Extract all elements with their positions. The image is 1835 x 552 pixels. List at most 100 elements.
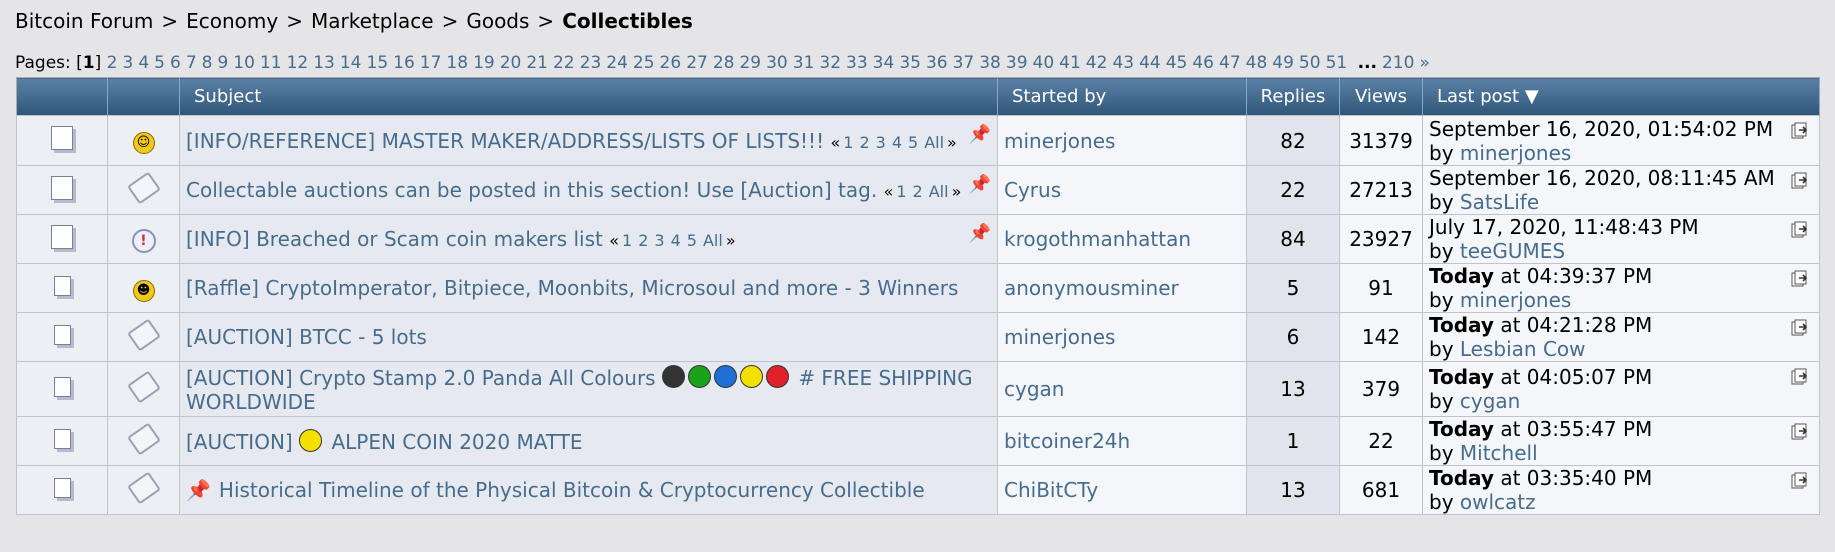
- starter-link[interactable]: cygan: [1004, 377, 1064, 401]
- page-link[interactable]: 12: [287, 53, 309, 73]
- topic-title-link[interactable]: Collectable auctions can be posted in th…: [186, 178, 877, 202]
- topic-title-link[interactable]: [AUCTION] Crypto Stamp 2.0 Panda All Col…: [186, 366, 656, 390]
- topic-page-link[interactable]: 2: [913, 182, 923, 201]
- topic-title-link[interactable]: [AUCTION] BTCC - 5 lots: [186, 325, 427, 349]
- starter-link[interactable]: krogothmanhattan: [1004, 227, 1191, 251]
- page-link[interactable]: 49: [1272, 53, 1294, 73]
- page-link[interactable]: 44: [1139, 53, 1161, 73]
- topic-page-link[interactable]: All: [703, 231, 723, 250]
- page-link[interactable]: 6: [170, 53, 181, 73]
- starter-link[interactable]: anonymousminer: [1004, 276, 1179, 300]
- topic-title-link[interactable]: [INFO/REFERENCE] MASTER MAKER/ADDRESS/LI…: [186, 129, 824, 153]
- topic-page-link[interactable]: 3: [876, 133, 886, 152]
- topic-title-link[interactable]: [INFO] Breached or Scam coin makers list: [186, 227, 603, 251]
- page-link[interactable]: 45: [1166, 53, 1188, 73]
- page-link[interactable]: 8: [202, 53, 213, 73]
- topic-page-link[interactable]: 4: [671, 231, 681, 250]
- page-link[interactable]: 43: [1112, 53, 1134, 73]
- page-link[interactable]: 48: [1246, 53, 1268, 73]
- page-link[interactable]: 29: [739, 53, 761, 73]
- goto-last-post-icon[interactable]: [1791, 172, 1809, 190]
- goto-last-post-icon[interactable]: [1791, 472, 1809, 490]
- page-link[interactable]: 5: [154, 53, 165, 73]
- page-link[interactable]: 21: [526, 53, 548, 73]
- last-post-user-link[interactable]: Mitchell: [1460, 441, 1538, 465]
- topic-title-link[interactable]: [AUCTION]: [186, 430, 293, 454]
- topic-page-link[interactable]: 2: [859, 133, 869, 152]
- breadcrumb-marketplace[interactable]: Marketplace: [311, 9, 434, 33]
- page-link[interactable]: 26: [660, 53, 682, 73]
- page-link[interactable]: 19: [473, 53, 495, 73]
- page-link[interactable]: 23: [580, 53, 602, 73]
- last-post-user-link[interactable]: owlcatz: [1460, 490, 1536, 514]
- topic-page-link[interactable]: 3: [654, 231, 664, 250]
- page-link[interactable]: 14: [340, 53, 362, 73]
- last-post-user-link[interactable]: cygan: [1460, 389, 1520, 413]
- page-link[interactable]: 41: [1059, 53, 1081, 73]
- goto-last-post-icon[interactable]: [1791, 270, 1809, 288]
- starter-link[interactable]: ChiBitCTy: [1004, 478, 1098, 502]
- topic-page-link[interactable]: 5: [687, 231, 697, 250]
- page-link[interactable]: 47: [1219, 53, 1241, 73]
- starter-link[interactable]: minerjones: [1004, 129, 1115, 153]
- starter-link[interactable]: Cyrus: [1004, 178, 1061, 202]
- page-link[interactable]: 27: [686, 53, 708, 73]
- header-started-by[interactable]: Started by: [997, 77, 1247, 116]
- last-post-user-link[interactable]: Lesbian Cow: [1460, 337, 1586, 361]
- topic-page-link[interactable]: 4: [892, 133, 902, 152]
- page-link[interactable]: 24: [606, 53, 628, 73]
- goto-last-post-icon[interactable]: [1791, 423, 1809, 441]
- last-post-user-link[interactable]: minerjones: [1460, 288, 1571, 312]
- topic-title-link[interactable]: Historical Timeline of the Physical Bitc…: [219, 478, 925, 502]
- last-post-user-link[interactable]: SatsLife: [1460, 190, 1539, 214]
- topic-page-link[interactable]: 1: [622, 231, 632, 250]
- header-last-post[interactable]: Last post ▼: [1422, 77, 1820, 116]
- last-post-user-link[interactable]: minerjones: [1460, 141, 1571, 165]
- page-link[interactable]: 30: [766, 53, 788, 73]
- page-link[interactable]: 17: [420, 53, 442, 73]
- header-subject[interactable]: Subject: [179, 77, 998, 116]
- header-replies[interactable]: Replies: [1246, 77, 1340, 116]
- page-link[interactable]: 38: [979, 53, 1001, 73]
- page-link[interactable]: 22: [553, 53, 575, 73]
- page-link[interactable]: 28: [713, 53, 735, 73]
- page-link[interactable]: 31: [793, 53, 815, 73]
- page-link[interactable]: 51: [1326, 53, 1348, 73]
- page-link[interactable]: 34: [873, 53, 895, 73]
- page-link[interactable]: 9: [217, 53, 228, 73]
- starter-link[interactable]: bitcoiner24h: [1004, 429, 1130, 453]
- goto-last-post-icon[interactable]: [1791, 319, 1809, 337]
- page-link[interactable]: 40: [1033, 53, 1055, 73]
- page-link-last[interactable]: 210: [1382, 53, 1414, 73]
- page-link[interactable]: 46: [1192, 53, 1214, 73]
- page-link[interactable]: 18: [446, 53, 468, 73]
- page-link[interactable]: 3: [123, 53, 134, 73]
- breadcrumb-goods[interactable]: Goods: [466, 9, 529, 33]
- page-link[interactable]: 33: [846, 53, 868, 73]
- page-link[interactable]: 50: [1299, 53, 1321, 73]
- last-post-user-link[interactable]: teeGUMES: [1460, 239, 1565, 263]
- topic-page-link[interactable]: All: [929, 182, 949, 201]
- page-link[interactable]: 32: [819, 53, 841, 73]
- page-link[interactable]: 20: [500, 53, 522, 73]
- page-link[interactable]: 13: [313, 53, 335, 73]
- goto-last-post-icon[interactable]: [1791, 221, 1809, 239]
- page-link[interactable]: 10: [233, 53, 255, 73]
- topic-title-link[interactable]: [Raffle] CryptoImperator, Bitpiece, Moon…: [186, 276, 958, 300]
- page-link[interactable]: 37: [953, 53, 975, 73]
- starter-link[interactable]: minerjones: [1004, 325, 1115, 349]
- goto-last-post-icon[interactable]: [1791, 368, 1809, 386]
- page-link[interactable]: 11: [260, 53, 282, 73]
- page-link[interactable]: 2: [107, 53, 118, 73]
- topic-title-tail[interactable]: ALPEN COIN 2020 MATTE: [331, 430, 582, 454]
- page-link[interactable]: 15: [367, 53, 389, 73]
- topic-page-link[interactable]: All: [924, 133, 944, 152]
- page-next-link[interactable]: »: [1419, 53, 1429, 73]
- topic-page-link[interactable]: 5: [908, 133, 918, 152]
- page-link[interactable]: 39: [1006, 53, 1028, 73]
- page-link[interactable]: 25: [633, 53, 655, 73]
- header-views[interactable]: Views: [1339, 77, 1423, 116]
- topic-page-link[interactable]: 1: [896, 182, 906, 201]
- breadcrumb-economy[interactable]: Economy: [186, 9, 278, 33]
- topic-page-link[interactable]: 2: [638, 231, 648, 250]
